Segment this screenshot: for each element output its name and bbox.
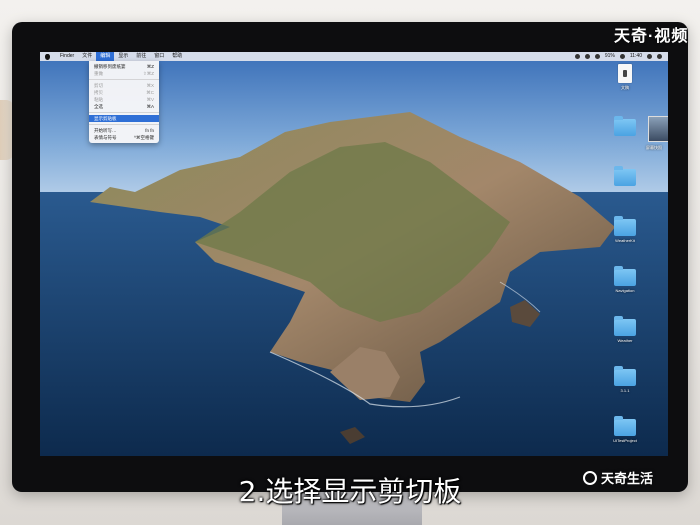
menu-item-label: 拷贝: [94, 90, 103, 95]
menu-item-label: 重做: [94, 71, 103, 76]
status-area: 91% 11:40: [574, 52, 668, 61]
edit-menu-item[interactable]: 重做 ⇧⌘Z: [89, 70, 159, 77]
menu-item-shortcut: ⌘A: [146, 104, 154, 109]
menu-item-shortcut: ⇧⌘Z: [142, 71, 154, 76]
folder-icon: [614, 166, 636, 186]
edit-menu-item[interactable]: 表情与符号 ^⌘空格键: [89, 134, 159, 141]
edit-menu-item[interactable]: 剪切 ⌘X: [89, 82, 159, 89]
menubar: Finder 文件 编辑 显示 前往 窗口 帮助 91% 11:40: [40, 52, 668, 61]
menu-edit[interactable]: 编辑: [96, 52, 115, 61]
menu-item-shortcut: ⌘Z: [146, 64, 154, 69]
menu-item-shortcut: ^⌘空格键: [133, 135, 154, 140]
desktop-folder[interactable]: Weather: [600, 316, 650, 343]
menu-item-label: 剪切: [94, 83, 103, 88]
apple-menu-icon[interactable]: [45, 53, 50, 60]
menu-item-shortcut: ⌘X: [146, 83, 154, 88]
desktop-icon-label: UITestProject: [613, 438, 637, 443]
menu-item-label: 表情与符号: [94, 135, 117, 140]
watermark-top: 天奇·视频: [614, 28, 689, 45]
menu-item-shortcut: ⌘C: [146, 90, 154, 95]
folder-icon: [614, 266, 636, 286]
menu-item-show-clipboard[interactable]: 显示剪贴板: [89, 115, 159, 122]
desktop-folder[interactable]: [600, 116, 650, 138]
menu-item-label: 显示剪贴板: [94, 116, 117, 121]
desktop-icon-label: WeatherKit: [615, 238, 635, 243]
desktop-icon-label: Weather: [617, 338, 633, 343]
menu-separator: [89, 79, 159, 80]
caption: 2.选择显示剪切板: [238, 475, 462, 508]
desktop-screen: Finder 文件 编辑 显示 前往 窗口 帮助 91% 11:40 撤销移到废…: [40, 52, 668, 456]
menu-item-label: 开始听写…: [94, 128, 117, 133]
menu-go[interactable]: 前往: [132, 52, 150, 61]
menu-finder[interactable]: Finder: [56, 52, 78, 61]
wifi-icon[interactable]: [584, 54, 590, 59]
edit-menu-item[interactable]: 开始听写… fn fn: [89, 127, 159, 134]
control-icon[interactable]: [574, 54, 580, 59]
screenshot-thumbnail-label: 屏幕快照: [646, 145, 662, 150]
menu-file[interactable]: 文件: [78, 52, 96, 61]
folder-icon: [614, 116, 636, 136]
desktop-folder[interactable]: UITestProject: [600, 416, 650, 443]
search-icon[interactable]: [647, 54, 652, 59]
desktop-folder[interactable]: Navigation: [600, 266, 650, 293]
menu-help[interactable]: 帮助: [168, 52, 186, 61]
folder-icon: [614, 316, 636, 336]
edit-menu-item[interactable]: 全选 ⌘A: [89, 103, 159, 110]
edit-menu-item[interactable]: 粘贴 ⌘V: [89, 96, 159, 103]
input-source-icon[interactable]: [619, 54, 625, 59]
notification-center-icon[interactable]: [657, 54, 662, 59]
menu-item-label: 粘贴: [94, 97, 103, 102]
menu-item-label: 全选: [94, 104, 103, 109]
menu-item-shortcut: fn fn: [145, 128, 154, 133]
menu-item-label: 撤销移到废纸篓: [94, 64, 126, 69]
folder-icon: [614, 216, 636, 236]
edit-menu-dropdown: 撤销移到废纸篓 ⌘Z 重做 ⇧⌘Z 剪切 ⌘X 拷贝 ⌘C 粘贴 ⌘V 全选 ⌘A 显示剪贴板开始听写……: [89, 61, 159, 143]
edit-menu-item[interactable]: 撤销移到废纸篓 ⌘Z: [89, 63, 159, 70]
folder-icon: [614, 416, 636, 436]
screenshot-thumbnail[interactable]: [648, 116, 668, 142]
desktop-icon-label: 3.1.1: [620, 388, 630, 393]
desktop-icon-label: Navigation: [615, 288, 635, 293]
menu-view[interactable]: 显示: [114, 52, 132, 61]
desktop-icon-label: 文稿: [621, 85, 629, 90]
file-icon: [618, 64, 632, 83]
battery-percent[interactable]: 91%: [605, 52, 615, 61]
clock[interactable]: 11:40: [630, 52, 642, 61]
edit-menu-item[interactable]: 拷贝 ⌘C: [89, 89, 159, 96]
volume-icon[interactable]: [594, 54, 600, 59]
menu-separator: [89, 112, 159, 113]
menu-window[interactable]: 窗口: [150, 52, 168, 61]
menu-separator: [89, 124, 159, 125]
desktop-file[interactable]: 文稿: [600, 64, 650, 91]
desktop-folder[interactable]: WeatherKit: [600, 216, 650, 243]
folder-icon: [614, 366, 636, 386]
desktop-folder[interactable]: [600, 166, 650, 188]
desktop-folder[interactable]: 3.1.1: [600, 366, 650, 393]
menu-item-shortcut: ⌘V: [146, 97, 154, 102]
